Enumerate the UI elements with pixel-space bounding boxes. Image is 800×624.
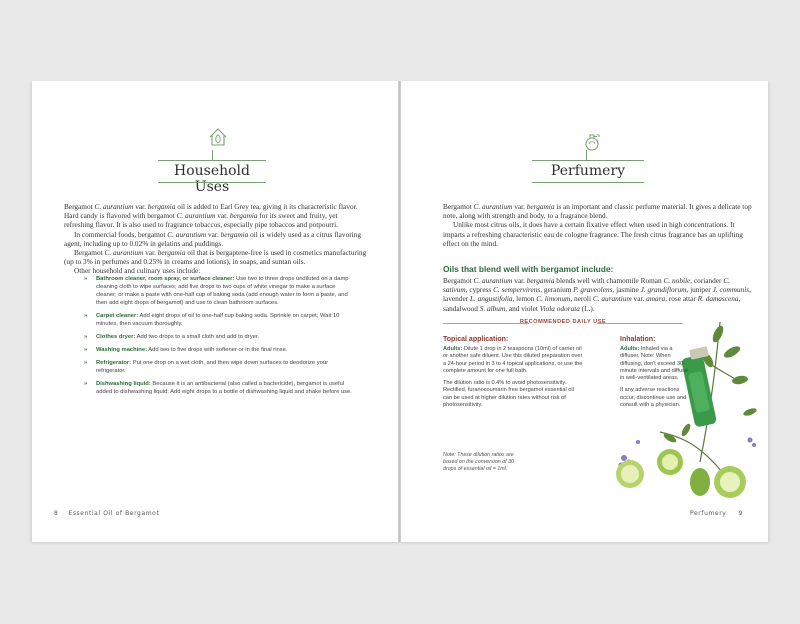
right-footer: Perfumery 9 [690, 510, 743, 517]
section-title-household: Household Uses [173, 163, 250, 195]
title-tick-right [586, 150, 587, 160]
household-use-item: » Dishwashing liquid: Because it is an an… [84, 380, 352, 396]
left-body-text: Bergamot C. aurantium var. bergamia oil … [64, 202, 368, 276]
page-number-right: 9 [738, 510, 743, 517]
use-term: Dishwashing liquid: [96, 381, 151, 387]
book-gutter [398, 81, 401, 542]
use-term: Bathroom cleaner, room spray, or surface… [96, 276, 235, 282]
house-leaf-icon [209, 128, 227, 146]
bullet-icon: » [84, 360, 88, 366]
household-use-item: » Refrigerator: Put one drop on a wet clo… [84, 359, 352, 375]
use-term: Refrigerator: [96, 360, 132, 366]
bullet-icon: » [84, 381, 88, 387]
perfume-bottle-icon [585, 134, 600, 151]
use-term: Carpet cleaner: [96, 313, 139, 319]
blend-heading: Oils that blend well with bergamot inclu… [443, 264, 614, 274]
bullet-icon: » [84, 334, 88, 340]
inhalation-text: Adults: Inhaled via a diffuser. Note: Wh… [620, 346, 688, 409]
topical-heading: Topical application: [443, 336, 509, 343]
bullet-icon: » [84, 313, 88, 319]
left-body-paragraph: In commercial foods, bergamot C. auranti… [64, 229, 361, 248]
household-use-item: » Bathroom cleaner, room spray, or surfac… [84, 275, 352, 307]
use-description: Add two drops to a small cloth and add t… [135, 334, 260, 340]
right-body-text: Bergamot C. aurantium var. bergamia is a… [443, 202, 755, 248]
household-uses-list: » Bathroom cleaner, room spray, or surfac… [84, 275, 352, 401]
right-running-title: Perfumery [690, 510, 727, 517]
blend-text: Bergamot C. aurantium var. bergamia blen… [443, 276, 755, 313]
left-body-paragraph: Bergamot C. aurantium var. bergamia oil … [64, 248, 367, 267]
right-body-paragraph: Bergamot C. aurantium var. bergamia is a… [443, 202, 752, 221]
topical-text: Adults: Dilute 1 drop in 2 teaspoons (10… [443, 346, 583, 409]
left-running-title: Essential Oil of Bergamot [68, 510, 160, 517]
household-use-item: » Carpet cleaner: Add eight drops of oil … [84, 312, 352, 328]
bullet-icon: » [84, 276, 88, 282]
use-description: Add two to five drops with softener or i… [147, 347, 288, 353]
use-term: Washing machine: [96, 347, 147, 353]
household-use-item: » Clothes dryer: Add two drops to a small… [84, 333, 352, 341]
bullet-icon: » [84, 347, 88, 353]
use-term: Clothes dryer: [96, 334, 136, 340]
section-title-perfumery: Perfumery [550, 163, 626, 179]
right-body-paragraph: Unlike most citrus oils, it does have a … [443, 220, 743, 248]
page-number-left: 8 [54, 510, 59, 517]
title-rule-top [158, 160, 266, 161]
blend-paragraph: Bergamot C. aurantium var. bergamia blen… [443, 276, 751, 313]
left-body-paragraph: Bergamot C. aurantium var. bergamia oil … [64, 202, 358, 230]
title-tick [212, 150, 213, 160]
use-description: Put one drop on a wet cloth, and then wi… [96, 360, 329, 374]
title-rule-bottom-right [532, 182, 644, 183]
inhalation-heading: Inhalation: [620, 336, 656, 343]
household-use-item: » Washing machine: Add two to five drops … [84, 346, 352, 354]
dilution-note: Note: These dilution ratios are based on… [443, 452, 514, 472]
title-rule-bottom [158, 182, 266, 183]
left-footer: 8 Essential Oil of Bergamot [54, 510, 159, 517]
title-rule-top-right [532, 160, 644, 161]
